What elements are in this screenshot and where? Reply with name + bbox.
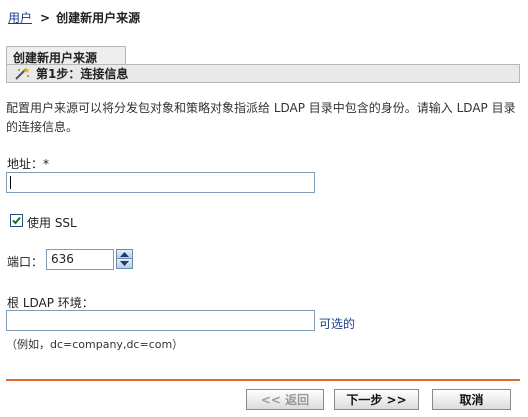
- breadcrumb: 用户 > 创建新用户来源: [8, 9, 140, 26]
- breadcrumb-current: 创建新用户来源: [56, 11, 141, 25]
- root-ldap-hint: （例如，dc=company,dc=com）: [6, 338, 184, 351]
- address-label-text: 地址：: [7, 157, 44, 171]
- back-button[interactable]: << 返回: [246, 389, 324, 410]
- checkmark-icon: [12, 216, 21, 225]
- triangle-down-icon: [120, 261, 129, 266]
- use-ssl-label: 使用 SSL: [27, 216, 77, 230]
- section-title: 创建新用户来源: [6, 46, 126, 65]
- port-label: 端口：: [7, 255, 44, 269]
- breadcrumb-users-link[interactable]: 用户: [8, 11, 32, 25]
- optional-link[interactable]: 可选的: [319, 315, 355, 332]
- root-ldap-input[interactable]: [6, 310, 315, 331]
- spin-up-button[interactable]: [116, 249, 133, 259]
- breadcrumb-separator: >: [40, 11, 51, 25]
- wand-icon: [13, 67, 31, 81]
- cancel-button[interactable]: 取消: [432, 389, 511, 410]
- step-title: 第1步：连接信息: [36, 67, 129, 81]
- root-ldap-label: 根 LDAP 环境：: [7, 296, 94, 310]
- address-input[interactable]: [6, 172, 315, 193]
- next-button[interactable]: 下一步 >>: [334, 389, 419, 410]
- footer-divider: [6, 379, 520, 381]
- spin-down-button[interactable]: [116, 259, 133, 269]
- port-input[interactable]: 636: [46, 249, 114, 270]
- use-ssl-checkbox[interactable]: [10, 214, 23, 227]
- section-header: 创建新用户来源 第1步：连接信息: [6, 46, 520, 83]
- triangle-up-icon: [120, 251, 129, 257]
- page-description: 配置用户来源可以将分发包对象和策略对象指派给 LDAP 目录中包含的身份。请输入…: [6, 101, 516, 134]
- required-marker: *: [43, 157, 50, 171]
- step-bar: 第1步：连接信息: [6, 64, 520, 83]
- port-value: 636: [51, 252, 74, 266]
- address-label: 地址：*: [7, 155, 49, 172]
- text-caret: [10, 176, 11, 189]
- port-spinner: [116, 249, 133, 269]
